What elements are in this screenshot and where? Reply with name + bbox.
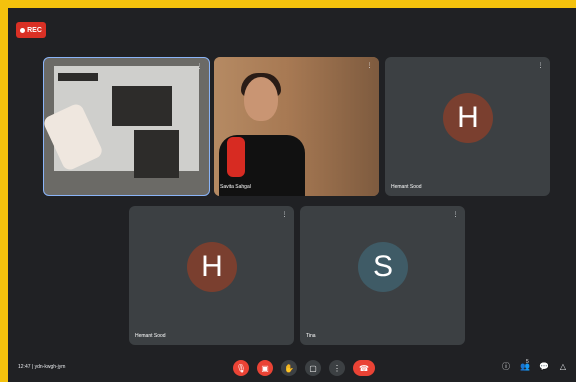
present-icon: ▢ <box>309 363 317 373</box>
meeting-controls-bar: 12:47 | ydn-kwgh-jym 🎙 ▣ ✋ ▢ ⋮ ☎ ⓘ 👥 5 💬… <box>8 354 576 382</box>
recording-badge: REC <box>16 22 46 38</box>
participant-tile-hemant-1[interactable]: H ⋮ Hemant Sood <box>385 57 550 196</box>
raise-hand-button[interactable]: ✋ <box>281 360 297 376</box>
info-icon: ⓘ <box>502 362 510 371</box>
lab-item <box>134 130 179 178</box>
mic-indicator-icon: ⋮ <box>196 64 203 70</box>
present-button[interactable]: ▢ <box>305 360 321 376</box>
participant-tile-video-1[interactable]: ⋮ <box>43 57 210 196</box>
more-icon: ⋮ <box>333 363 341 373</box>
lab-item <box>112 86 172 126</box>
avatar: H <box>187 242 237 292</box>
meeting-time-and-code: 12:47 | ydn-kwgh-jym <box>18 364 65 370</box>
participant-tile-tina[interactable]: S ⋮ Tina <box>300 206 465 345</box>
avatar: S <box>358 242 408 292</box>
participant-name: Tina <box>306 333 316 339</box>
participant-tile-savita[interactable]: ⋮ Savita Sahgal <box>214 57 379 196</box>
participant-name: Hemant Sood <box>135 333 166 339</box>
participant-tile-hemant-2[interactable]: H ⋮ Hemant Sood <box>129 206 294 345</box>
people-count-badge: 5 <box>526 359 529 365</box>
mic-indicator-icon: ⋮ <box>452 212 459 218</box>
camera-toggle-button[interactable]: ▣ <box>257 360 273 376</box>
call-controls: 🎙 ▣ ✋ ▢ ⋮ ☎ <box>233 360 375 376</box>
meeting-code: ydn-kwgh-jym <box>34 364 66 370</box>
avatar: H <box>443 93 493 143</box>
meeting-side-tools: ⓘ 👥 5 💬 △ <box>501 359 568 372</box>
activities-button[interactable]: △ <box>558 362 568 372</box>
recording-dot <box>20 27 26 33</box>
people-button[interactable]: 👥 5 <box>520 359 530 372</box>
meeting-screen: REC ⋮ ⋮ Savita Sahgal H ⋮ Hemant Sood H … <box>8 8 576 382</box>
recording-label: REC <box>27 26 42 34</box>
info-button[interactable]: ⓘ <box>501 362 511 372</box>
mic-toggle-button[interactable]: 🎙 <box>233 360 249 376</box>
participant-name: Savita Sahgal <box>220 184 251 190</box>
person-face <box>244 77 278 121</box>
mic-indicator-icon: ⋮ <box>366 63 373 69</box>
mic-off-icon: 🎙 <box>235 363 247 373</box>
mic-indicator-icon: ⋮ <box>281 212 288 218</box>
mic-indicator-icon: ⋮ <box>537 63 544 69</box>
more-options-button[interactable]: ⋮ <box>329 360 345 376</box>
end-call-icon: ☎ <box>359 363 369 373</box>
participant-name: Hemant Sood <box>391 184 422 190</box>
activities-icon: △ <box>559 362 567 371</box>
camera-off-icon: ▣ <box>261 363 269 373</box>
meeting-time: 12:47 <box>18 364 31 370</box>
chat-icon: 💬 <box>539 362 549 371</box>
raise-hand-icon: ✋ <box>284 363 294 373</box>
scarf <box>227 137 245 177</box>
end-call-button[interactable]: ☎ <box>353 360 375 376</box>
lab-item <box>58 73 98 81</box>
chat-button[interactable]: 💬 <box>539 362 549 372</box>
